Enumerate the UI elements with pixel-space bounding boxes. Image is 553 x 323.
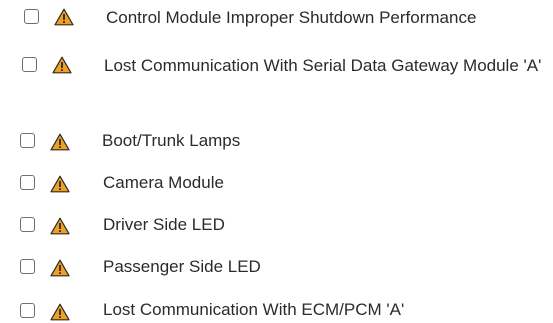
list-item: Control Module Improper Shutdown Perform… <box>0 0 553 40</box>
warning-icon <box>50 303 70 321</box>
list-item-label: Camera Module <box>103 173 224 192</box>
list-item-label: Driver Side LED <box>103 215 225 234</box>
list-item: Driver Side LED <box>0 208 553 248</box>
row-checkbox[interactable] <box>20 133 35 148</box>
list-item-label: Passenger Side LED <box>103 257 261 276</box>
list-item: Lost Communication With Serial Data Gate… <box>0 46 553 116</box>
row-checkbox[interactable] <box>20 303 35 318</box>
list-item: Camera Module <box>0 166 553 206</box>
row-checkbox[interactable] <box>22 57 37 72</box>
row-checkbox[interactable] <box>24 9 39 24</box>
warning-icon <box>50 217 70 235</box>
list-item-label: Boot/Trunk Lamps <box>102 131 241 150</box>
warning-icon <box>54 8 74 26</box>
row-checkbox[interactable] <box>20 259 35 274</box>
warning-icon <box>50 133 70 151</box>
list-item-label: Lost Communication With ECM/PCM 'A' <box>103 300 405 319</box>
warning-icon <box>52 56 72 74</box>
list-item-label: Control Module Improper Shutdown Perform… <box>106 8 477 27</box>
fault-code-list: Control Module Improper Shutdown Perform… <box>0 0 553 323</box>
warning-icon <box>50 259 70 277</box>
list-item: Lost Communication With ECM/PCM 'A' <box>0 292 553 323</box>
warning-icon <box>50 175 70 193</box>
list-item: Boot/Trunk Lamps <box>0 124 553 164</box>
list-item-label: Lost Communication With Serial Data Gate… <box>104 56 542 75</box>
row-checkbox[interactable] <box>20 175 35 190</box>
list-item: Passenger Side LED <box>0 250 553 290</box>
row-checkbox[interactable] <box>20 217 35 232</box>
